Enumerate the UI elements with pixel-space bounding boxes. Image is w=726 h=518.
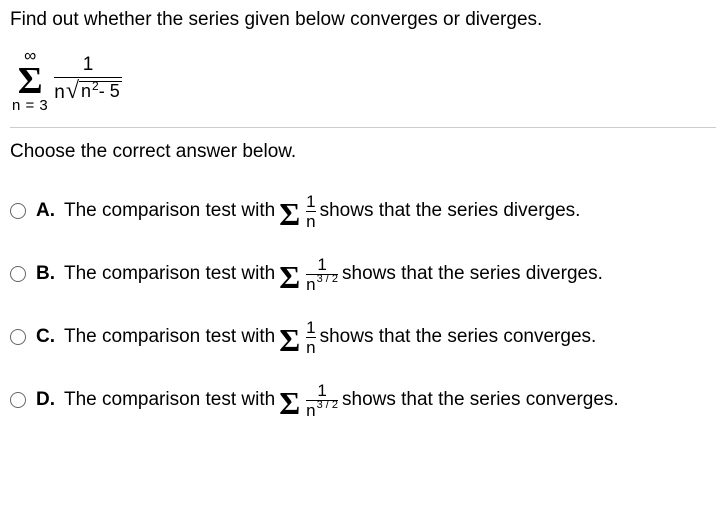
series-formula: ∞ Σ n = 3 1 n √ n2 - 5 [12, 47, 716, 113]
comparison-fraction: 1 n3 / 2 [306, 382, 338, 419]
sigma-lower-limit: n = 3 [12, 98, 48, 113]
option-letter: D. [36, 388, 56, 413]
option-text: The comparison test with Σ 1 n shows tha… [64, 319, 596, 356]
radio-b[interactable] [10, 266, 26, 282]
answer-instruction: Choose the correct answer below. [10, 140, 716, 165]
sigma-symbol: Σ [18, 64, 43, 98]
option-letter: C. [36, 325, 56, 350]
series-fraction: 1 n √ n2 - 5 [54, 55, 121, 105]
option-text: The comparison test with Σ 1 n3 / 2 show… [64, 382, 619, 419]
options-group: A. The comparison test with Σ 1 n shows … [10, 193, 716, 419]
radio-a[interactable] [10, 203, 26, 219]
option-text: The comparison test with Σ 1 n shows tha… [64, 193, 580, 230]
option-a[interactable]: A. The comparison test with Σ 1 n shows … [10, 193, 716, 230]
divider [10, 127, 716, 128]
option-d[interactable]: D. The comparison test with Σ 1 n3 / 2 s… [10, 382, 716, 419]
option-letter: B. [36, 262, 56, 287]
comparison-fraction: 1 n3 / 2 [306, 256, 338, 293]
option-letter: A. [36, 199, 56, 224]
option-c[interactable]: C. The comparison test with Σ 1 n shows … [10, 319, 716, 356]
question-prompt: Find out whether the series given below … [10, 8, 716, 33]
option-b[interactable]: B. The comparison test with Σ 1 n3 / 2 s… [10, 256, 716, 293]
series-denominator: n √ n2 - 5 [54, 78, 121, 105]
comparison-fraction: 1 n [306, 193, 315, 230]
radio-d[interactable] [10, 392, 26, 408]
radio-c[interactable] [10, 329, 26, 345]
option-text: The comparison test with Σ 1 n3 / 2 show… [64, 256, 603, 293]
series-numerator: 1 [83, 55, 94, 77]
sqrt-icon: √ [66, 79, 79, 103]
comparison-fraction: 1 n [306, 319, 315, 356]
